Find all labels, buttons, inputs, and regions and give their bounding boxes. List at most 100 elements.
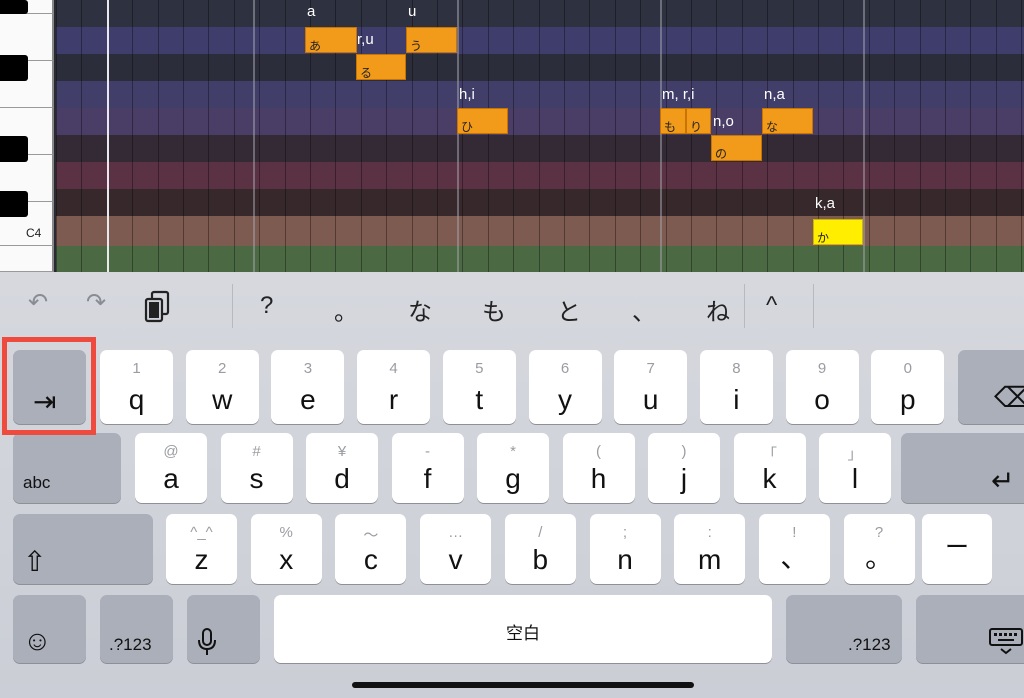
redo-button[interactable]: ↷: [86, 288, 106, 317]
octave-label: C4: [26, 226, 42, 240]
letter-key[interactable]: * g: [477, 433, 549, 503]
candidate[interactable]: 。: [334, 292, 358, 327]
letter-key[interactable]: # s: [220, 433, 293, 503]
space-label: 空白: [506, 624, 540, 643]
note-block[interactable]: ひ: [457, 108, 508, 134]
letter-key[interactable]: 5t: [442, 350, 516, 424]
numbers-key[interactable]: .?123: [100, 595, 173, 663]
abc-key[interactable]: abc: [13, 433, 121, 503]
letter-key[interactable]: 」 l: [819, 433, 891, 503]
note-lane[interactable]: [56, 135, 1024, 162]
note-block[interactable]: な: [762, 108, 813, 134]
piano-key-black[interactable]: [0, 0, 28, 14]
candidate[interactable]: 、: [632, 292, 656, 327]
key-hint: 0: [903, 360, 912, 377]
grid-line: [386, 0, 387, 272]
key-hint: 7: [646, 360, 655, 377]
letter-key[interactable]: ^_^ z: [166, 514, 237, 584]
piano-key-white[interactable]: [0, 14, 54, 61]
note-lane[interactable]: [56, 27, 1024, 54]
letter-key[interactable]: 6y: [528, 350, 602, 424]
candidate[interactable]: ?: [260, 292, 273, 320]
piano-key-black[interactable]: [0, 55, 28, 81]
long-dash-key[interactable]: ー: [922, 514, 992, 584]
grid-line: [793, 0, 794, 272]
grid-line: [666, 0, 667, 272]
letter-key[interactable]: 1q: [100, 350, 173, 424]
letter-key[interactable]: ?。: [843, 514, 915, 584]
letter-key[interactable]: ; n: [589, 514, 661, 584]
home-indicator[interactable]: [352, 682, 694, 688]
key-hint: …: [448, 524, 464, 541]
letter-key[interactable]: (h: [562, 433, 635, 503]
letter-key[interactable]: 2w: [185, 350, 259, 424]
paste-button[interactable]: [143, 290, 171, 331]
return-key[interactable]: ↵: [901, 433, 1024, 503]
letter-key[interactable]: -f: [391, 433, 464, 503]
note-lane[interactable]: [56, 108, 1024, 135]
note-lane[interactable]: [56, 216, 1024, 246]
space-key[interactable]: 空白: [274, 595, 772, 663]
key-hint: %: [279, 524, 293, 541]
key-hint: 2: [218, 360, 227, 377]
grid-line: [56, 0, 57, 272]
letter-key[interactable]: 7u: [614, 350, 688, 424]
key-hint: ^_^: [190, 524, 213, 541]
note-block[interactable]: う: [406, 27, 457, 53]
key-hint: 1: [132, 360, 141, 377]
undo-button[interactable]: ↶: [28, 288, 48, 317]
dictation-key[interactable]: [187, 595, 260, 663]
letter-key[interactable]: ¥ d: [306, 433, 378, 503]
note-block[interactable]: あ: [305, 27, 357, 53]
letter-key[interactable]: % x: [250, 514, 322, 584]
note-lane[interactable]: [56, 54, 1024, 81]
letter-key[interactable]: 0p: [871, 350, 945, 424]
key-char: y: [558, 384, 572, 415]
note-block[interactable]: の: [711, 135, 762, 161]
note-lane[interactable]: [56, 81, 1024, 108]
letter-key[interactable]: 8i: [699, 350, 773, 424]
note-lane[interactable]: [56, 189, 1024, 216]
expand-candidates-button[interactable]: ^: [766, 292, 777, 320]
letter-key[interactable]: ) j: [648, 433, 720, 503]
note-lane[interactable]: [56, 162, 1024, 189]
letter-key[interactable]: … v: [420, 514, 492, 584]
letter-key[interactable]: 4r: [357, 350, 431, 424]
candidate[interactable]: ね: [706, 292, 730, 327]
key-hint: :: [707, 524, 712, 541]
candidate[interactable]: と: [557, 292, 581, 327]
piano-key-black[interactable]: [0, 191, 28, 217]
shift-key[interactable]: ⇧: [13, 514, 153, 584]
letter-key[interactable]: @ a: [135, 433, 207, 503]
note-block[interactable]: る: [356, 54, 406, 80]
note-lyric: n,a: [764, 86, 785, 103]
key-char: g: [505, 463, 521, 494]
letter-key[interactable]: / b: [504, 514, 576, 584]
note-lane[interactable]: [56, 0, 1024, 27]
letter-key[interactable]: :m: [674, 514, 746, 584]
piano-key-white[interactable]: [0, 246, 54, 272]
letter-key[interactable]: !、: [758, 514, 830, 584]
note-block[interactable]: り: [686, 108, 711, 134]
note-lane[interactable]: [56, 246, 1024, 272]
hide-keyboard-key[interactable]: [916, 595, 1024, 663]
key-hint: 9: [817, 360, 827, 377]
playhead[interactable]: [107, 0, 109, 272]
delete-key[interactable]: ⌫: [958, 350, 1024, 424]
note-block-selected[interactable]: か: [813, 219, 863, 245]
key-char: l: [851, 463, 859, 494]
note-lyric: k,a: [815, 195, 836, 212]
grid-line: [539, 0, 540, 272]
numbers-key-right[interactable]: .?123: [786, 595, 902, 663]
letter-key[interactable]: 「k: [733, 433, 806, 503]
piano-roll-editor[interactable]: C4 a r,u u h,i m, r,i n,o n,a k,a あ る う …: [0, 0, 1024, 272]
piano-key-black[interactable]: [0, 136, 28, 162]
letter-key[interactable]: 9o: [785, 350, 859, 424]
candidate[interactable]: な: [408, 292, 432, 327]
letter-key[interactable]: 〜 c: [335, 514, 407, 584]
key-hint: ): [681, 443, 687, 460]
candidate[interactable]: も: [482, 292, 506, 327]
note-block[interactable]: も: [660, 108, 686, 134]
letter-key[interactable]: 3e: [271, 350, 345, 424]
emoji-key[interactable]: ☺: [13, 595, 86, 663]
